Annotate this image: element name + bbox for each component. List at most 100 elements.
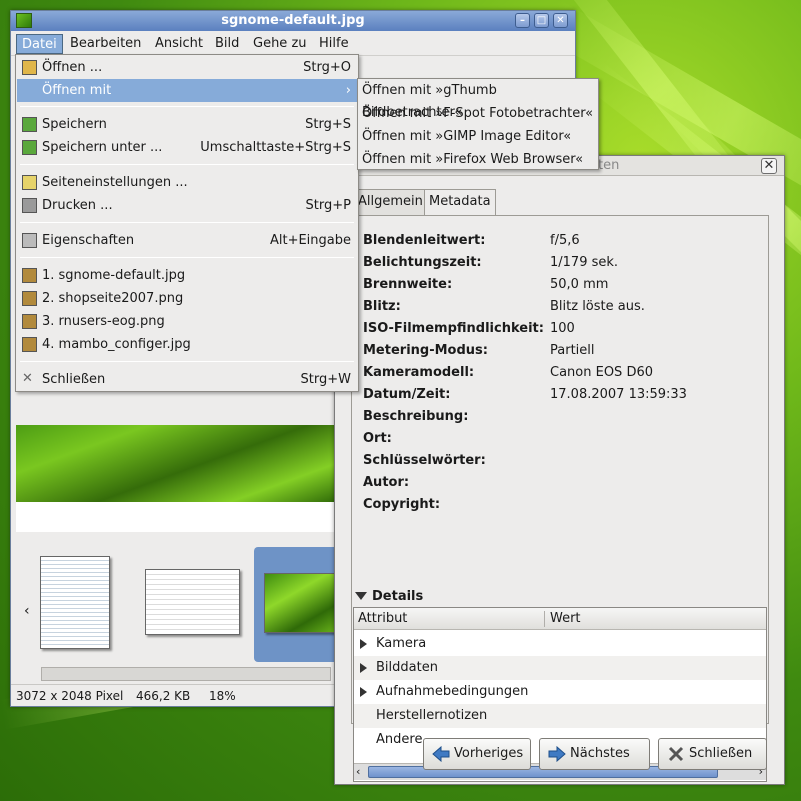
menu-item-accel: Umschalttaste+Strg+S [200, 140, 351, 155]
image-view-padding [16, 502, 337, 532]
tree-row-label: Bilddaten [376, 660, 438, 675]
dialog-close-button[interactable]: ✕ [761, 158, 777, 174]
file-menu-item[interactable]: Drucken ... Strg+P [17, 194, 357, 217]
properties-dialog: ten ✕ Allgemein Metadata Blendenleitwert… [334, 155, 785, 785]
metadata-value: Canon EOS D60 [550, 365, 653, 380]
menu-item-label: Schließen [42, 372, 106, 387]
menu-item-label: Drucken ... [42, 198, 113, 213]
file-menu-item[interactable]: Öffnen mit › [17, 79, 357, 102]
tree-header: Attribut Wert [354, 608, 766, 630]
column-wert[interactable]: Wert [550, 608, 581, 630]
metadata-key: Datum/Zeit: [363, 387, 451, 402]
next-button[interactable]: Nächstes [539, 738, 650, 770]
close-icon: ✕ [22, 371, 33, 386]
menu-item-label: Öffnen mit [42, 83, 112, 98]
file-menu-item[interactable]: Eigenschaften Alt+Eingabe [17, 229, 357, 252]
status-filesize: 466,2 KB [136, 689, 191, 703]
menu-item-label: 4. mambo_configer.jpg [42, 337, 191, 352]
menu-item-accel: Strg+S [305, 117, 351, 132]
file-menu-item[interactable]: 3. rnusers-eog.png [17, 310, 357, 333]
file-menu-item[interactable]: 4. mambo_configer.jpg [17, 333, 357, 356]
file-menu-item[interactable]: Speichern unter ... Umschalttaste+Strg+S [17, 136, 357, 159]
menu-item-label: Öffnen ... [42, 60, 103, 75]
tree-row-label: Aufnahmebedingungen [376, 684, 529, 699]
metadata-key: Schlüsselwörter: [363, 453, 486, 468]
tree-row[interactable]: Kamera [354, 632, 766, 656]
close-window-button[interactable]: ✕ [553, 13, 568, 28]
menu-ansicht[interactable]: Ansicht [150, 34, 208, 54]
menu-item-accel: Alt+Eingabe [269, 233, 351, 248]
menu-bearbeiten[interactable]: Bearbeiten [65, 34, 146, 54]
window-titlebar[interactable]: sgnome-default.jpg – □ ✕ [11, 11, 575, 31]
dialog-title: ten [598, 158, 620, 173]
menu-hilfe[interactable]: Hilfe [314, 34, 354, 54]
metadata-key: Kameramodell: [363, 365, 475, 380]
file-menu-item[interactable]: Öffnen ... Strg+O [17, 56, 357, 79]
close-button[interactable]: Schließen [658, 738, 767, 770]
menu-separator [20, 257, 354, 258]
file-menu-item[interactable]: ✕ Schließen Strg+W [17, 368, 357, 391]
file-menu-item[interactable]: 2. shopseite2007.png [17, 287, 357, 310]
file-menu: Öffnen ... Strg+O Öffnen mit › Speichern Strg… [15, 54, 359, 392]
menu-separator [20, 164, 354, 165]
scroll-left-arrow-icon[interactable]: ‹ [356, 765, 360, 778]
tab-metadata[interactable]: Metadata [424, 189, 496, 217]
minimize-button[interactable]: – [515, 13, 530, 28]
expander-down-icon [355, 592, 367, 600]
open-with-item[interactable]: Öffnen mit »gThumb Bildbetrachter« [362, 80, 598, 120]
menu-datei[interactable]: Datei [16, 34, 63, 54]
tab-allgemein[interactable]: Allgemein [353, 189, 428, 215]
metadata-value: Blitz löste aus. [550, 299, 645, 314]
expander-right-icon[interactable] [360, 663, 367, 673]
file-menu-item[interactable]: 1. sgnome-default.jpg [17, 264, 357, 287]
metadata-key: Autor: [363, 475, 410, 490]
tree-row[interactable]: Herstellernotizen [354, 704, 766, 728]
tree-row-label: Andere [376, 732, 423, 747]
menu-item-accel: › [345, 83, 351, 98]
metadata-value: 50,0 mm [550, 277, 609, 292]
menu-gehe-zu[interactable]: Gehe zu [248, 34, 312, 54]
details-expander[interactable]: Details [355, 589, 423, 604]
thumbnail[interactable] [40, 556, 110, 649]
metadata-panel: Blendenleitwert: f/5,6 Belichtungszeit: 1/1… [351, 215, 769, 782]
save-icon [22, 117, 37, 132]
image-view[interactable] [16, 425, 337, 502]
open-with-item[interactable]: Öffnen mit »F-Spot Fotobetrachter« [362, 103, 593, 125]
expander-right-icon[interactable] [360, 687, 367, 697]
menu-bild[interactable]: Bild [210, 34, 244, 54]
thumbnail-scrollbar[interactable] [41, 667, 331, 681]
menu-item-label: Speichern unter ... [42, 140, 163, 155]
metadata-key: Blitz: [363, 299, 401, 314]
open-with-item[interactable]: Öffnen mit »GIMP Image Editor« [362, 126, 571, 148]
tree-row[interactable]: Aufnahmebedingungen [354, 680, 766, 704]
metadata-key: Metering-Modus: [363, 343, 488, 358]
menu-item-accel: Strg+O [303, 60, 351, 75]
printer-icon [22, 198, 37, 213]
file-menu-item[interactable]: Speichern Strg+S [17, 113, 357, 136]
previous-button[interactable]: Vorheriges [423, 738, 531, 770]
menu-separator [20, 106, 354, 107]
properties-icon [22, 233, 37, 248]
thumbnail[interactable] [145, 569, 240, 635]
file-menu-item[interactable]: Seiteneinstellungen ... [17, 171, 357, 194]
open-with-item[interactable]: Öffnen mit »Firefox Web Browser« [362, 149, 583, 171]
arrow-left-icon [432, 746, 450, 762]
menu-item-label: 3. rnusers-eog.png [42, 314, 165, 329]
menu-separator [20, 361, 354, 362]
open-with-submenu: Öffnen mit »gThumb Bildbetrachter« Öffnen… [357, 78, 599, 170]
status-zoom: 18% [209, 689, 236, 703]
column-attribut[interactable]: Attribut [358, 608, 407, 630]
scroll-left-icon[interactable]: ‹ [24, 603, 30, 619]
metadata-key: ISO-Filmempfindlichkeit: [363, 321, 544, 336]
expander-right-icon[interactable] [360, 639, 367, 649]
menu-item-label: Speichern [42, 117, 107, 132]
tree-row[interactable]: Bilddaten [354, 656, 766, 680]
tree-row-label: Kamera [376, 636, 427, 651]
menubar: Datei Bearbeiten Ansicht Bild Gehe zu Hi… [11, 31, 575, 56]
metadata-key: Ort: [363, 431, 392, 446]
metadata-value: f/5,6 [550, 233, 580, 248]
maximize-button[interactable]: □ [534, 13, 549, 28]
previous-label: Vorheriges [454, 746, 524, 761]
window-title: sgnome-default.jpg [221, 13, 365, 28]
column-divider [544, 611, 545, 627]
